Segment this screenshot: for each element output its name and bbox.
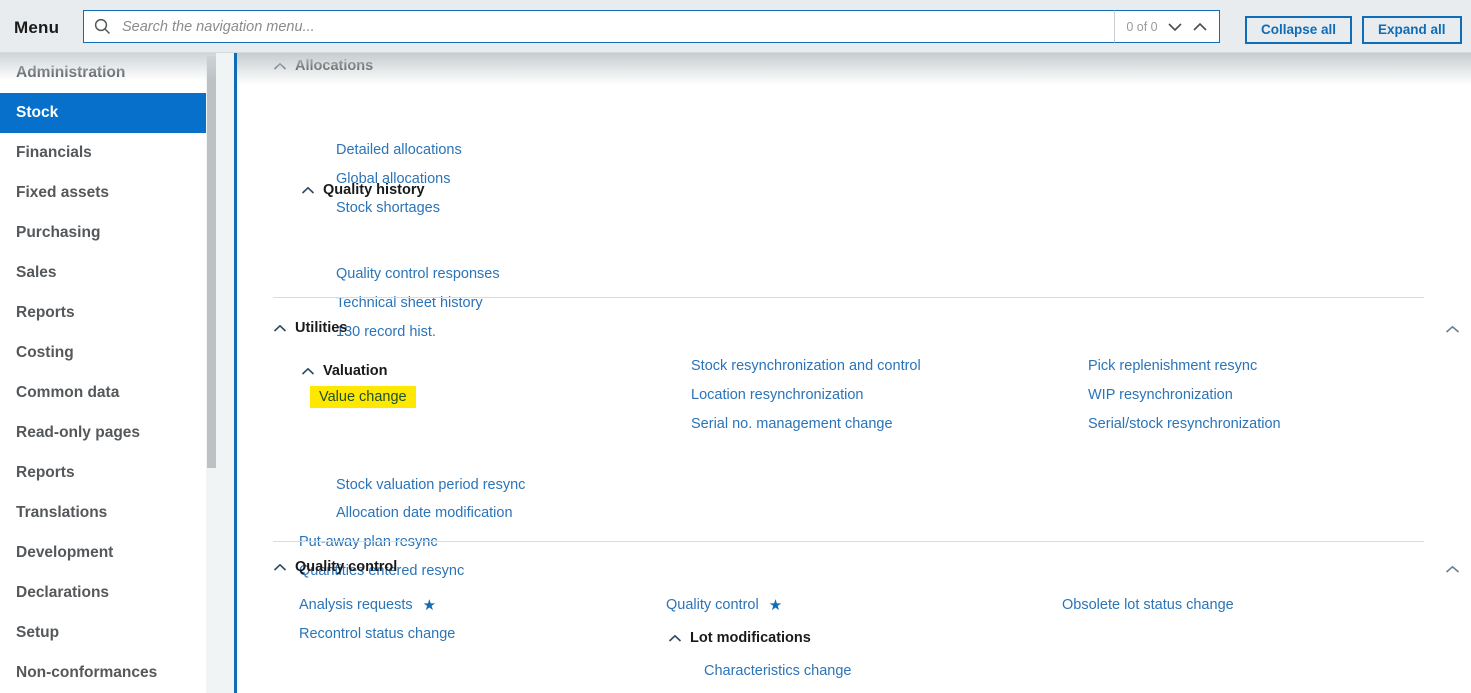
sidebar-item-development[interactable]: Development bbox=[0, 533, 216, 573]
section-title-text: Quality control bbox=[295, 559, 398, 575]
link-obsolete-lot-status-change[interactable]: Obsolete lot status change bbox=[1062, 597, 1234, 613]
group-title-text: Quality history bbox=[323, 182, 425, 198]
expand-all-button[interactable]: Expand all bbox=[1362, 16, 1462, 44]
section-divider-utilities bbox=[273, 297, 1424, 298]
favorite-star-icon[interactable]: ★ bbox=[769, 598, 782, 613]
sidebar-content-gap bbox=[216, 53, 234, 693]
module-sidebar: Administration Stock Financials Fixed as… bbox=[0, 53, 216, 693]
sidebar-item-translations[interactable]: Translations bbox=[0, 493, 216, 533]
link-serial-stock-resynchronization[interactable]: Serial/stock resynchronization bbox=[1088, 416, 1281, 432]
sidebar-item-administration[interactable]: Administration bbox=[0, 53, 216, 93]
section-header-utilities[interactable]: Utilities bbox=[273, 320, 347, 336]
sidebar-item-sales[interactable]: Sales bbox=[0, 253, 216, 293]
link-wip-resynchronization[interactable]: WIP resynchronization bbox=[1088, 387, 1233, 403]
sidebar-item-purchasing[interactable]: Purchasing bbox=[0, 213, 216, 253]
menu-header-bar: Menu 0 of 0 Collapse all Expand all bbox=[0, 0, 1471, 53]
section-title-text: Utilities bbox=[295, 320, 348, 336]
section-collapse-chevron-up-icon[interactable] bbox=[1445, 561, 1460, 579]
chevron-up-icon bbox=[273, 563, 287, 572]
sidebar-item-financials[interactable]: Financials bbox=[0, 133, 216, 173]
favorite-star-icon[interactable]: ★ bbox=[423, 598, 436, 613]
group-header-allocations[interactable]: Allocations bbox=[273, 58, 373, 74]
sidebar-item-common-data[interactable]: Common data bbox=[0, 373, 216, 413]
search-match-count: 0 of 0 bbox=[1126, 19, 1158, 34]
link-130-record-hist[interactable]: 130 record hist. bbox=[336, 324, 436, 340]
chevron-up-icon bbox=[301, 367, 315, 376]
link-quality-control[interactable]: Quality control ★ bbox=[666, 597, 782, 613]
chevron-up-icon bbox=[273, 324, 287, 333]
link-characteristics-change[interactable]: Characteristics change bbox=[704, 663, 852, 679]
chevron-down-icon[interactable] bbox=[1167, 22, 1183, 32]
group-title-text: Lot modifications bbox=[690, 630, 811, 646]
navigation-menu-page: Menu 0 of 0 Collapse all Expand all A bbox=[0, 0, 1471, 693]
link-label: Quality control bbox=[666, 597, 759, 613]
section-header-quality-control[interactable]: Quality control bbox=[273, 559, 397, 575]
collapse-all-button[interactable]: Collapse all bbox=[1245, 16, 1353, 44]
link-quality-control-responses[interactable]: Quality control responses bbox=[336, 266, 500, 282]
section-divider-quality-control bbox=[273, 541, 1424, 542]
chevron-up-icon bbox=[301, 186, 315, 195]
link-put-away-plan-resync[interactable]: Put-away plan resync bbox=[299, 534, 438, 550]
search-result-navigator: 0 of 0 bbox=[1114, 10, 1220, 43]
sidebar-item-reports[interactable]: Reports bbox=[0, 293, 216, 333]
section-collapse-chevron-up-icon[interactable] bbox=[1445, 321, 1460, 339]
link-analysis-requests[interactable]: Analysis requests ★ bbox=[299, 597, 436, 613]
chevron-up-icon bbox=[273, 62, 287, 71]
chevron-up-icon[interactable] bbox=[1192, 22, 1208, 32]
sidebar-item-reports-2[interactable]: Reports bbox=[0, 453, 216, 493]
page-title: Menu bbox=[14, 18, 60, 37]
sidebar-item-non-conformances[interactable]: Non-conformances bbox=[0, 653, 216, 693]
link-label: Analysis requests bbox=[299, 597, 413, 613]
link-location-resynchronization[interactable]: Location resynchronization bbox=[691, 387, 864, 403]
link-pick-replenishment-resync[interactable]: Pick replenishment resync bbox=[1088, 358, 1257, 374]
link-stock-valuation-period-resync[interactable]: Stock valuation period resync bbox=[336, 477, 525, 493]
search-input[interactable] bbox=[111, 18, 1117, 35]
search-box[interactable] bbox=[83, 10, 1118, 43]
chevron-up-icon bbox=[668, 634, 682, 643]
group-title-text: Allocations bbox=[295, 58, 374, 74]
link-detailed-allocations[interactable]: Detailed allocations bbox=[336, 142, 462, 158]
link-stock-shortages[interactable]: Stock shortages bbox=[336, 200, 440, 216]
sidebar-item-declarations[interactable]: Declarations bbox=[0, 573, 216, 613]
sidebar-item-stock[interactable]: Stock bbox=[0, 93, 216, 133]
link-serial-no-management-change[interactable]: Serial no. management change bbox=[691, 416, 893, 432]
sidebar-scrollbar-thumb[interactable] bbox=[207, 56, 216, 468]
link-stock-resynchronization-and-control[interactable]: Stock resynchronization and control bbox=[691, 358, 921, 374]
content-top-shadow bbox=[237, 53, 1471, 85]
menu-content-panel: Allocations Detailed allocations Global … bbox=[237, 53, 1471, 693]
search-icon bbox=[94, 18, 111, 35]
sidebar-item-fixed-assets[interactable]: Fixed assets bbox=[0, 173, 216, 213]
group-title-text: Valuation bbox=[323, 363, 388, 379]
group-header-quality-history[interactable]: Quality history bbox=[301, 182, 425, 198]
link-allocation-date-modification[interactable]: Allocation date modification bbox=[336, 505, 513, 521]
sidebar-item-setup[interactable]: Setup bbox=[0, 613, 216, 653]
sidebar-item-costing[interactable]: Costing bbox=[0, 333, 216, 373]
link-value-change[interactable]: Value change bbox=[310, 386, 416, 408]
group-header-lot-modifications[interactable]: Lot modifications bbox=[668, 630, 811, 646]
group-header-valuation[interactable]: Valuation bbox=[301, 363, 387, 379]
sidebar-item-read-only-pages[interactable]: Read-only pages bbox=[0, 413, 216, 453]
link-recontrol-status-change[interactable]: Recontrol status change bbox=[299, 626, 455, 642]
